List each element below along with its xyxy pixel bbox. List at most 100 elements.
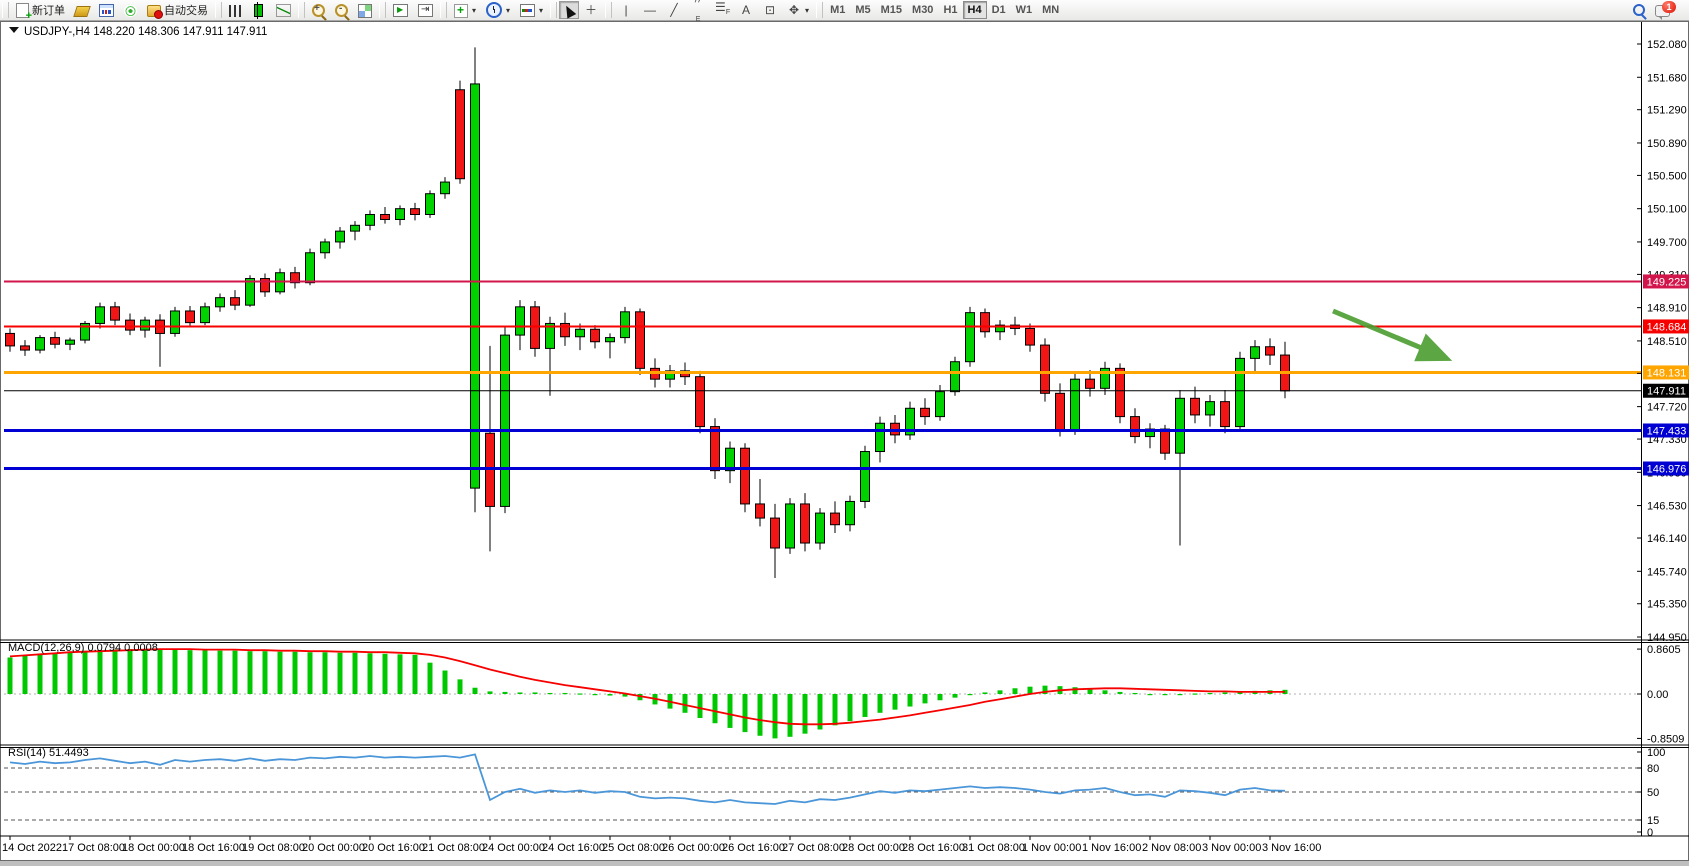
candle-body[interactable]	[801, 504, 810, 543]
candle-body[interactable]	[366, 214, 375, 225]
candle-body[interactable]	[1131, 417, 1140, 437]
new-order-button[interactable]: 新订单	[11, 1, 70, 19]
candle-body[interactable]	[21, 346, 30, 350]
candlestick-chart-button[interactable]	[246, 1, 271, 19]
arrows-button[interactable]: ✥▾	[782, 1, 814, 19]
candle-body[interactable]	[96, 307, 105, 324]
cursor-button[interactable]	[559, 1, 579, 19]
zoom-in-button[interactable]	[307, 1, 330, 19]
candle-body[interactable]	[951, 362, 960, 392]
chart-shift-button[interactable]	[413, 1, 438, 19]
candle-body[interactable]	[126, 320, 135, 330]
candle-body[interactable]	[6, 333, 15, 345]
candle-body[interactable]	[231, 298, 240, 305]
candle-body[interactable]	[1116, 368, 1125, 416]
candle-body[interactable]	[1071, 379, 1080, 430]
auto-scroll-button[interactable]	[388, 1, 413, 19]
timeframe-button-h4[interactable]: H4	[963, 1, 987, 19]
candle-body[interactable]	[711, 427, 720, 471]
candle-body[interactable]	[471, 84, 480, 488]
candle-body[interactable]	[36, 338, 45, 350]
candle-body[interactable]	[336, 231, 345, 242]
candle-body[interactable]	[1236, 358, 1245, 426]
candle-body[interactable]	[321, 242, 330, 253]
candle-body[interactable]	[1056, 393, 1065, 430]
candle-body[interactable]	[1026, 328, 1035, 345]
timeframe-button-m5[interactable]: M5	[850, 1, 875, 19]
search-button[interactable]	[1628, 1, 1650, 19]
candle-body[interactable]	[1206, 402, 1215, 415]
candle-body[interactable]	[831, 513, 840, 525]
fibonacci-button[interactable]: ☰	[710, 1, 734, 19]
candle-body[interactable]	[696, 377, 705, 427]
tile-windows-button[interactable]	[353, 1, 377, 19]
timeframe-button-m15[interactable]: M15	[876, 1, 907, 19]
candle-body[interactable]	[921, 408, 930, 416]
candle-body[interactable]	[456, 90, 465, 179]
candle-body[interactable]	[201, 307, 210, 323]
candle-body[interactable]	[1191, 398, 1200, 415]
candle-body[interactable]	[756, 504, 765, 518]
candle-body[interactable]	[411, 209, 420, 215]
timeframe-button-mn[interactable]: MN	[1037, 1, 1064, 19]
chart-canvas[interactable]: USDJPY-,H4 148.220 148.306 147.911 147.9…	[0, 21, 1689, 861]
candle-body[interactable]	[981, 313, 990, 332]
timeframe-button-d1[interactable]: D1	[987, 1, 1011, 19]
candle-body[interactable]	[741, 448, 750, 504]
candle-body[interactable]	[1176, 398, 1185, 453]
candle-body[interactable]	[396, 209, 405, 220]
candle-body[interactable]	[771, 518, 780, 548]
candle-body[interactable]	[861, 452, 870, 502]
candle-body[interactable]	[591, 329, 600, 341]
candle-body[interactable]	[1266, 347, 1275, 355]
candle-body[interactable]	[1161, 429, 1170, 453]
candle-body[interactable]	[621, 312, 630, 338]
candle-body[interactable]	[636, 312, 645, 369]
candle-body[interactable]	[516, 307, 525, 335]
candle-body[interactable]	[306, 253, 315, 283]
candle-body[interactable]	[936, 392, 945, 417]
candle-body[interactable]	[1251, 347, 1260, 359]
candle-body[interactable]	[111, 307, 120, 320]
candle-body[interactable]	[1221, 402, 1230, 427]
text-button[interactable]: A	[734, 1, 758, 19]
line-chart-button[interactable]	[271, 1, 296, 19]
candle-body[interactable]	[966, 313, 975, 362]
channel-button[interactable]: 〃	[686, 1, 710, 19]
profiles-button[interactable]	[94, 1, 119, 19]
candle-body[interactable]	[351, 225, 360, 231]
indicators-button[interactable]: ▾	[449, 1, 481, 19]
candle-body[interactable]	[576, 329, 585, 336]
periods-button[interactable]: ▾	[481, 1, 515, 19]
timeframe-button-h1[interactable]: H1	[938, 1, 962, 19]
candle-body[interactable]	[441, 182, 450, 194]
signals-button[interactable]	[119, 1, 142, 19]
timeframe-button-m30[interactable]: M30	[907, 1, 938, 19]
candle-body[interactable]	[531, 307, 540, 349]
auto-trading-button[interactable]: 自动交易	[142, 1, 213, 19]
candle-body[interactable]	[606, 338, 615, 342]
candle-body[interactable]	[786, 504, 795, 548]
candle-body[interactable]	[816, 513, 825, 543]
candle-body[interactable]	[846, 501, 855, 524]
horizontal-line-button[interactable]: —	[638, 1, 662, 19]
text-label-button[interactable]: ⊡	[758, 1, 782, 19]
trendline-button[interactable]: ╱	[662, 1, 686, 19]
crosshair-button[interactable]: ＋	[579, 1, 603, 19]
vertical-line-button[interactable]: |	[614, 1, 638, 19]
candle-body[interactable]	[501, 335, 510, 506]
candle-body[interactable]	[216, 298, 225, 307]
candle-body[interactable]	[51, 338, 60, 345]
candle-body[interactable]	[246, 279, 255, 306]
candle-body[interactable]	[186, 311, 195, 323]
candle-body[interactable]	[171, 311, 180, 333]
new-chart-button[interactable]	[70, 1, 94, 19]
candle-body[interactable]	[381, 214, 390, 219]
zoom-out-button[interactable]	[330, 1, 353, 19]
bar-chart-button[interactable]	[224, 1, 246, 19]
candle-body[interactable]	[1086, 379, 1095, 388]
candle-body[interactable]	[1041, 345, 1050, 393]
candle-body[interactable]	[426, 194, 435, 215]
timeframe-button-m1[interactable]: M1	[825, 1, 850, 19]
candle-body[interactable]	[66, 340, 75, 344]
